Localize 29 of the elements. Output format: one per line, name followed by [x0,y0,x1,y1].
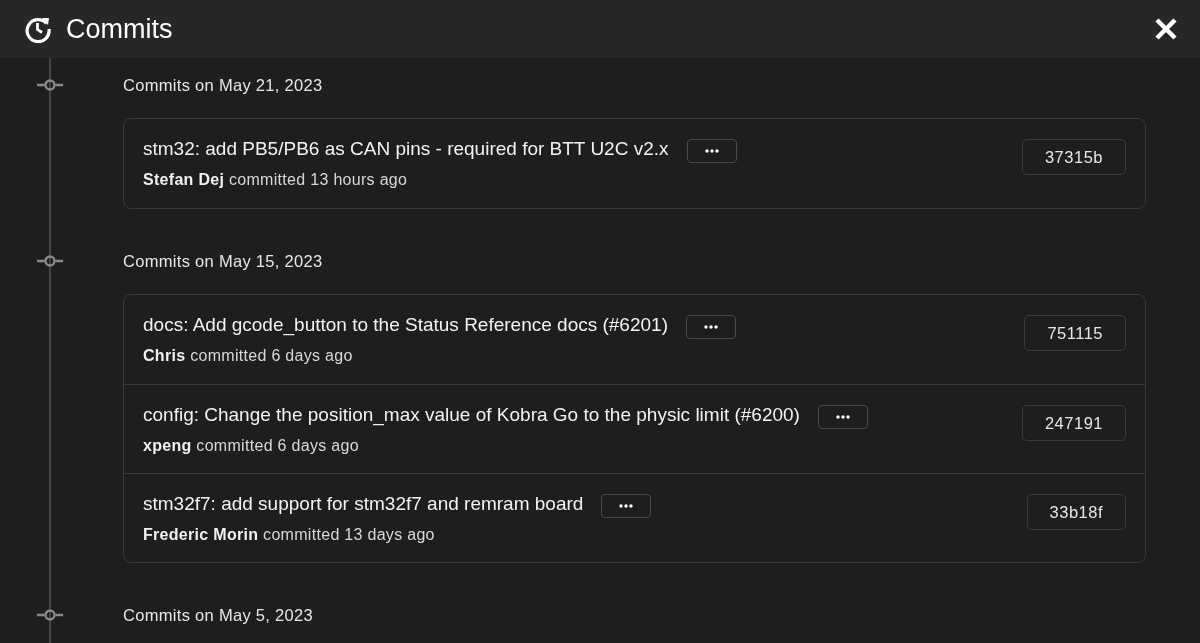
more-icon [703,324,718,329]
more-button[interactable] [686,138,737,163]
commit-meta: Chris committed 6 days ago [143,346,353,364]
commit-hash-button[interactable]: 37315b [1021,139,1126,175]
history-icon [24,15,52,43]
more-button[interactable] [817,404,868,429]
commit-node-icon [37,78,63,92]
commit-hash-button[interactable]: 33b18f [1026,494,1126,530]
more-button[interactable] [601,493,652,518]
more-icon [704,148,719,153]
commit-title: stm32f7: add support for stm32f7 and remram board [143,493,584,514]
commit-meta: Frederic Morin committed 13 days ago [143,525,435,543]
more-button[interactable] [685,314,736,339]
commit-node-icon [37,254,63,268]
commit-title: docs: Add gcode_button to the Status Reference docs (#6201) [143,314,668,335]
commit-title: config: Change the position_max value of Kobra Go to the physic limit (#6200) [143,404,800,425]
commit-hash-button[interactable]: 751115 [1024,315,1126,351]
commit-node-icon [37,608,63,622]
more-icon [835,414,850,419]
commit-meta: xpeng committed 6 days ago [143,436,359,454]
commit-title: stm32: add PB5/PB6 as CAN pins - required for BTT U2C v2.x [143,138,669,159]
more-icon [619,503,634,508]
commit-meta: Stefan Dej committed 13 hours ago [143,170,408,188]
window-title: Commits [66,12,173,46]
date-heading: Commits on May 21, 2023 [123,74,323,96]
commit-hash-button[interactable]: 247191 [1021,405,1126,441]
date-heading: Commits on May 15, 2023 [123,250,323,272]
close-icon[interactable] [1154,17,1178,41]
date-heading: Commits on May 5, 2023 [123,604,313,626]
